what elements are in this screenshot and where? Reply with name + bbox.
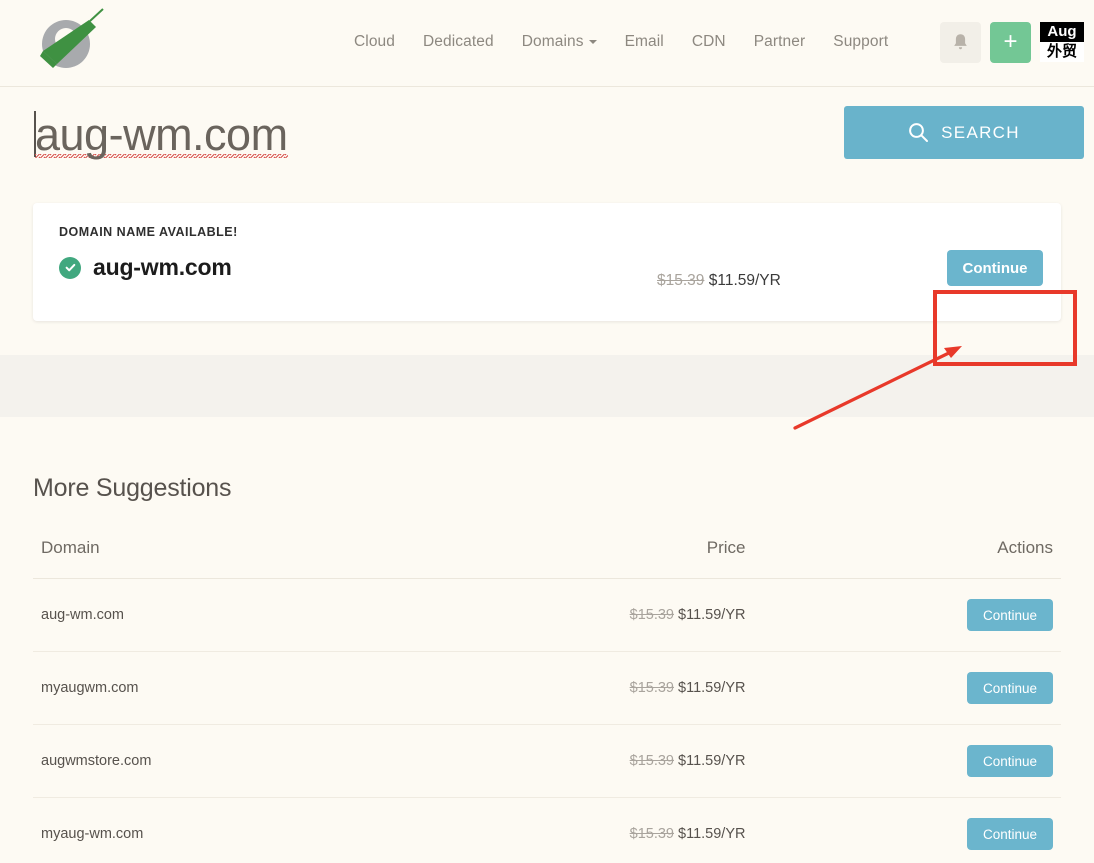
suggestion-price-old: $15.39 (630, 680, 674, 696)
search-input-value: aug-wm.com (35, 106, 288, 170)
suggestion-domain: aug-wm.com (33, 579, 346, 652)
suggestion-action-cell: Continue (808, 725, 1061, 798)
suggestion-price: $15.39 $11.59/YR (346, 652, 809, 725)
swoosh-circle-logo[interactable] (33, 8, 105, 76)
suggestion-price-new: $11.59/YR (678, 607, 745, 623)
availability-domain-name: aug-wm.com (93, 254, 232, 281)
search-button-label: SEARCH (941, 123, 1020, 143)
availability-card-area: DOMAIN NAME AVAILABLE! aug-wm.com $15.39… (0, 203, 1094, 321)
suggestion-price-old: $15.39 (630, 607, 674, 623)
section-divider-band (0, 355, 1094, 417)
suggestion-domain: myaug-wm.com (33, 798, 346, 863)
table-header-row: Domain Price Actions (33, 538, 1061, 579)
availability-continue-button[interactable]: Continue (947, 250, 1043, 286)
nav-item-support[interactable]: Support (819, 33, 902, 51)
suggestion-price: $15.39 $11.59/YR (346, 798, 809, 863)
suggestion-price-old: $15.39 (630, 826, 674, 842)
availability-price-old: $15.39 (657, 272, 704, 289)
suggestion-action-cell: Continue (808, 579, 1061, 652)
suggestion-action-cell: Continue (808, 652, 1061, 725)
nav-label: Cloud (354, 33, 395, 50)
suggestions-section: More Suggestions Domain Price Actions au… (0, 417, 1094, 863)
suggestion-domain: augwmstore.com (33, 725, 346, 798)
search-button[interactable]: SEARCH (844, 106, 1084, 159)
search-input[interactable]: aug-wm.com (33, 106, 793, 176)
nav-label: Partner (754, 33, 806, 50)
search-icon (908, 122, 929, 143)
table-row: myaug-wm.com $15.39 $11.59/YR Continue (33, 798, 1061, 863)
bell-icon (952, 33, 969, 52)
nav-item-dedicated[interactable]: Dedicated (409, 33, 508, 51)
suggestion-domain: myaugwm.com (33, 652, 346, 725)
table-row: myaugwm.com $15.39 $11.59/YR Continue (33, 652, 1061, 725)
check-circle-icon (59, 257, 81, 279)
header-actions: + Aug 外贸 (940, 22, 1084, 63)
nav-item-cloud[interactable]: Cloud (340, 33, 409, 51)
column-header-price: Price (346, 538, 809, 579)
add-button[interactable]: + (990, 22, 1031, 63)
nav-item-domains[interactable]: Domains (508, 33, 611, 51)
nav-label: CDN (692, 33, 726, 50)
suggestion-price-new: $11.59/YR (678, 680, 745, 696)
notifications-button[interactable] (940, 22, 981, 63)
domain-search-row: aug-wm.com SEARCH (0, 87, 1094, 203)
suggestion-price-new: $11.59/YR (678, 753, 745, 769)
nav-item-cdn[interactable]: CDN (678, 33, 740, 51)
suggestion-continue-button[interactable]: Continue (967, 672, 1053, 704)
suggestion-continue-button[interactable]: Continue (967, 599, 1053, 631)
aug-brand-badge: Aug 外贸 (1040, 22, 1084, 62)
site-header: Cloud Dedicated Domains Email CDN Partne… (0, 0, 1094, 87)
availability-domain-row: aug-wm.com (59, 254, 1035, 281)
nav-label: Support (833, 33, 888, 50)
badge-bottom-text: 外贸 (1040, 42, 1084, 62)
suggestion-price: $15.39 $11.59/YR (346, 579, 809, 652)
availability-price: $15.39 $11.59/YR (657, 272, 781, 290)
nav-label: Email (625, 33, 664, 50)
suggestion-price: $15.39 $11.59/YR (346, 725, 809, 798)
suggestion-continue-button[interactable]: Continue (967, 745, 1053, 777)
nav-item-email[interactable]: Email (611, 33, 678, 51)
badge-top-text: Aug (1040, 22, 1084, 42)
plus-icon: + (1003, 30, 1017, 54)
column-header-actions: Actions (808, 538, 1061, 579)
chevron-down-icon (589, 40, 597, 44)
table-row: aug-wm.com $15.39 $11.59/YR Continue (33, 579, 1061, 652)
suggestion-price-new: $11.59/YR (678, 826, 745, 842)
main-navigation: Cloud Dedicated Domains Email CDN Partne… (340, 33, 902, 51)
availability-price-new: $11.59/YR (709, 272, 781, 289)
nav-label: Domains (522, 33, 584, 50)
suggestion-action-cell: Continue (808, 798, 1061, 863)
suggestions-title: More Suggestions (33, 417, 1061, 503)
suggestions-table: Domain Price Actions aug-wm.com $15.39 $… (33, 538, 1061, 863)
availability-status-label: DOMAIN NAME AVAILABLE! (59, 225, 1035, 239)
suggestion-price-old: $15.39 (630, 753, 674, 769)
availability-card: DOMAIN NAME AVAILABLE! aug-wm.com $15.39… (33, 203, 1061, 321)
nav-item-partner[interactable]: Partner (740, 33, 820, 51)
nav-label: Dedicated (423, 33, 494, 50)
suggestion-continue-button[interactable]: Continue (967, 818, 1053, 850)
table-row: augwmstore.com $15.39 $11.59/YR Continue (33, 725, 1061, 798)
column-header-domain: Domain (33, 538, 346, 579)
